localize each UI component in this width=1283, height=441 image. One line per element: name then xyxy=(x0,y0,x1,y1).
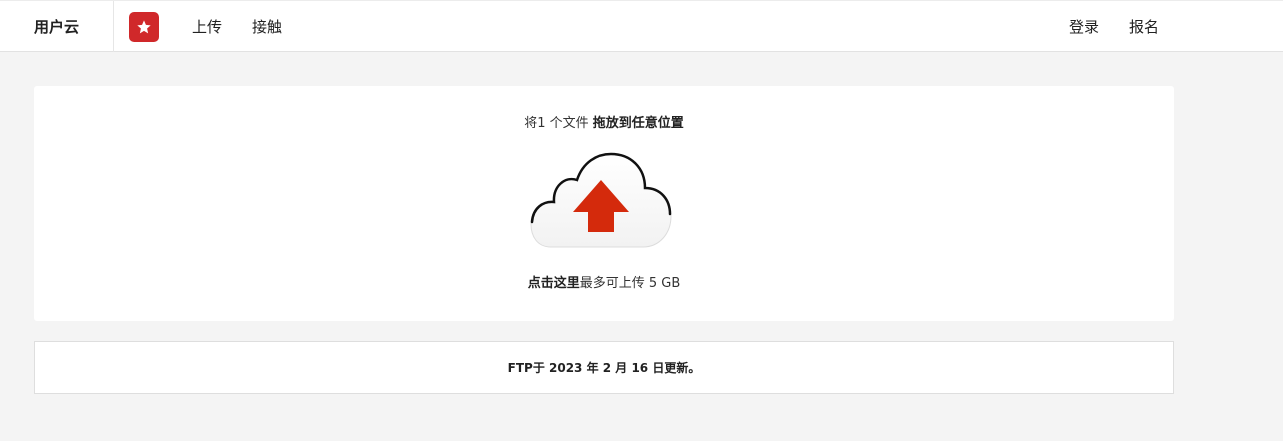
top-navbar: 用户云 上传 接触 登录 报名 xyxy=(0,0,1283,52)
upload-dropzone[interactable]: 将1 个文件 拖放到任意位置 点击这里最多可上传 5 GB xyxy=(34,86,1174,321)
nav-login-link[interactable]: 登录 xyxy=(1069,1,1099,52)
click-instructions: 点击这里最多可上传 5 GB xyxy=(34,272,1174,291)
logo-badge[interactable] xyxy=(129,12,159,42)
brand-link[interactable]: 用户云 xyxy=(0,1,114,52)
nav-upload-link[interactable]: 上传 xyxy=(192,1,222,52)
nav-signup-link[interactable]: 报名 xyxy=(1129,1,1159,52)
star-icon xyxy=(137,20,151,34)
nav-contact-link[interactable]: 接触 xyxy=(252,1,282,52)
drop-prefix: 将1 个文件 xyxy=(524,116,589,131)
drop-instructions: 将1 个文件 拖放到任意位置 xyxy=(34,112,1174,131)
ftp-update-text: FTP于 2023 年 2 月 16 日更新。 xyxy=(507,361,701,375)
click-here-link[interactable]: 点击这里 xyxy=(528,276,580,291)
upload-limit-text: 最多可上传 5 GB xyxy=(579,276,681,291)
drop-bold-text: 拖放到任意位置 xyxy=(592,116,684,131)
ftp-update-notice: FTP于 2023 年 2 月 16 日更新。 xyxy=(34,341,1174,394)
cloud-upload-icon[interactable] xyxy=(529,150,673,250)
